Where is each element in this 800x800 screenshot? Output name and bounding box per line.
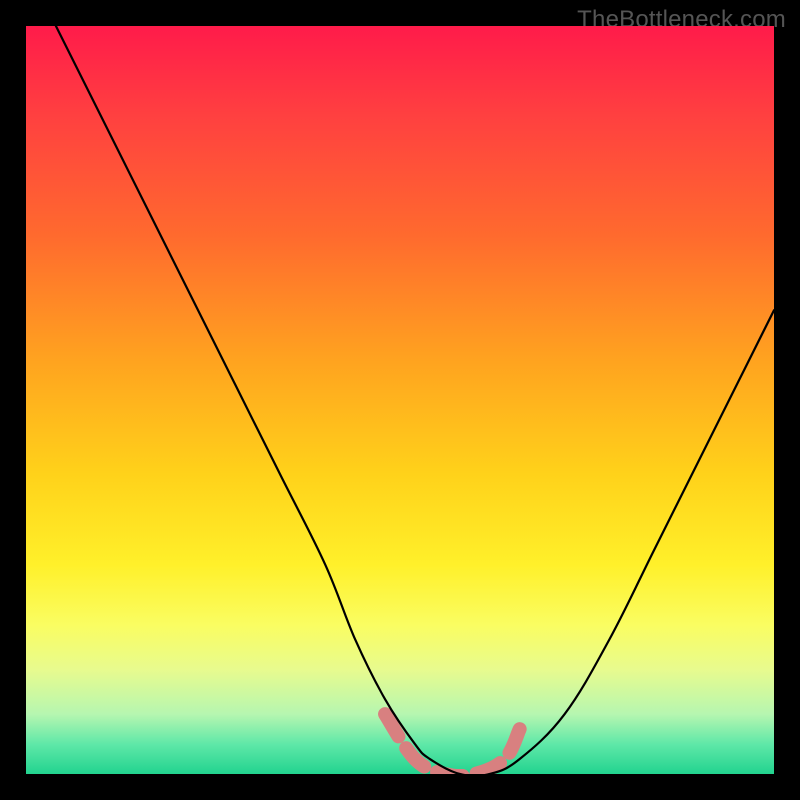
- chart-svg: [26, 26, 774, 774]
- plot-area: [26, 26, 774, 774]
- optimal-range-highlight: [385, 714, 520, 774]
- chart-frame: TheBottleneck.com: [0, 0, 800, 800]
- bottleneck-curve: [56, 26, 774, 774]
